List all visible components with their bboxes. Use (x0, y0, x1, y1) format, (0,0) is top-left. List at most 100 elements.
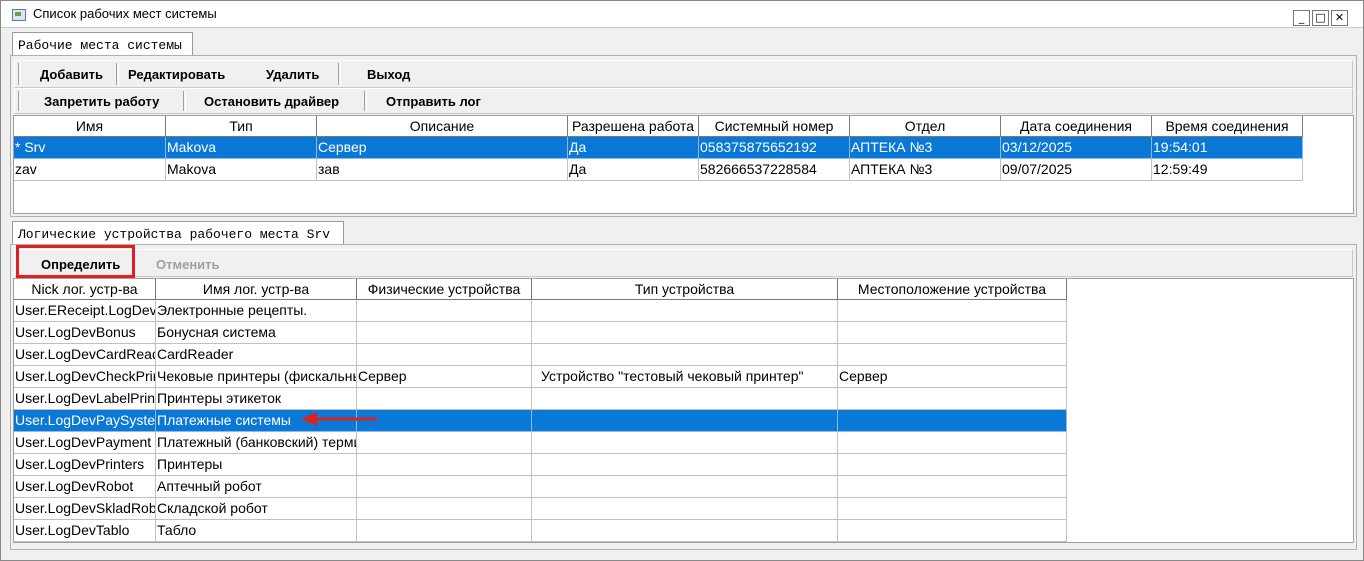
minimize-button[interactable]: _ (1293, 10, 1310, 26)
add-button[interactable]: Добавить (40, 67, 103, 82)
table-cell: User.LogDevCheckPrinter (14, 366, 156, 388)
table-cell (357, 300, 532, 322)
table-cell: Чековые принтеры (фискальные) (156, 366, 357, 388)
table-cell: 19:54:01 (1152, 137, 1303, 159)
workplaces-window: Список рабочих мест системы _ □ ✕ Рабочи… (0, 0, 1364, 561)
table-cell (357, 498, 532, 520)
main-toolbar: Добавить Редактировать Удалить Выход (14, 60, 1353, 88)
table-cell (838, 476, 1067, 498)
app-window-icon (12, 9, 26, 21)
tab-logical-devices-label: Логические устройства рабочего места Srv (18, 227, 331, 242)
table-cell: 03/12/2025 (1001, 137, 1152, 159)
delete-button[interactable]: Удалить (266, 67, 319, 82)
close-button[interactable]: ✕ (1331, 10, 1348, 26)
column-header-device-type[interactable]: Тип устройства (532, 279, 838, 300)
table-cell: User.LogDevLabelPrinter (14, 388, 156, 410)
toolbar-separator (116, 63, 119, 85)
table-cell (357, 322, 532, 344)
table-cell (357, 410, 532, 432)
table-cell (532, 432, 838, 454)
table-cell (532, 454, 838, 476)
edit-button[interactable]: Редактировать (128, 67, 225, 82)
table-cell: Табло (156, 520, 357, 542)
cancel-button[interactable]: Отменить (156, 257, 220, 272)
table-cell: 09/07/2025 (1001, 159, 1152, 181)
table-cell: Да (568, 159, 699, 181)
table-cell: 12:59:49 (1152, 159, 1303, 181)
devices-table[interactable]: Nick лог. устр-ва Имя лог. устр-ва Физич… (13, 278, 1354, 543)
table-cell: Сервер (317, 137, 568, 159)
table-cell: User.LogDevSkladRobot (14, 498, 156, 520)
table-cell (838, 454, 1067, 476)
secondary-toolbar: Запретить работу Остановить драйвер Отпр… (14, 88, 1353, 114)
table-cell (838, 300, 1067, 322)
table-cell: User.LogDevPrinters (14, 454, 156, 476)
table-cell: Makova (166, 159, 317, 181)
exit-button[interactable]: Выход (367, 67, 410, 82)
table-cell (838, 498, 1067, 520)
table-cell: zav (14, 159, 166, 181)
table-cell: User.LogDevTablo (14, 520, 156, 542)
table-cell: Устройство "тестовый чековый принтер" (532, 366, 838, 388)
workplaces-table[interactable]: Имя Тип Описание Разрешена работа Систем… (13, 115, 1354, 214)
column-header-description[interactable]: Описание (317, 116, 568, 137)
table-cell (532, 476, 838, 498)
table-cell (532, 410, 838, 432)
table-cell (532, 498, 838, 520)
stop-driver-button[interactable]: Остановить драйвер (204, 94, 339, 109)
table-cell (357, 454, 532, 476)
table-cell (838, 432, 1067, 454)
column-header-department[interactable]: Отдел (850, 116, 1001, 137)
table-cell (357, 388, 532, 410)
column-header-name[interactable]: Имя (14, 116, 166, 137)
column-header-physical-devices[interactable]: Физические устройства (357, 279, 532, 300)
table-cell (357, 476, 532, 498)
table-cell (838, 410, 1067, 432)
tab-logical-devices[interactable]: Логические устройства рабочего места Srv (12, 221, 344, 245)
toolbar-separator (183, 91, 186, 111)
table-cell: АПТЕКА №3 (850, 137, 1001, 159)
maximize-button[interactable]: □ (1312, 10, 1329, 26)
table-cell: User.LogDevPayment (14, 432, 156, 454)
table-cell: Электронные рецепты. (156, 300, 357, 322)
define-button-highlight (16, 245, 135, 278)
title-bar: Список рабочих мест системы _ □ ✕ (1, 1, 1363, 28)
table-cell: Бонусная система (156, 322, 357, 344)
column-header-device-location[interactable]: Местоположение устройства (838, 279, 1067, 300)
table-cell: User.LogDevRobot (14, 476, 156, 498)
toolbar-separator (338, 63, 341, 85)
tab-workplaces[interactable]: Рабочие места системы (12, 32, 193, 56)
device-toolbar: Определить Отменить (14, 249, 1353, 277)
column-header-system-number[interactable]: Системный номер (699, 116, 850, 137)
tab-workplaces-label: Рабочие места системы (18, 38, 182, 53)
send-log-button[interactable]: Отправить лог (386, 94, 481, 109)
table-cell: Сервер (357, 366, 532, 388)
table-cell (838, 344, 1067, 366)
toolbar-grip (18, 63, 21, 85)
table-cell: 058375875652192 (699, 137, 850, 159)
column-header-device-name[interactable]: Имя лог. устр-ва (156, 279, 357, 300)
table-cell (357, 344, 532, 366)
column-header-allowed[interactable]: Разрешена работа (568, 116, 699, 137)
column-header-connect-time[interactable]: Время соединения (1152, 116, 1303, 137)
table-cell: Аптечный робот (156, 476, 357, 498)
block-work-button[interactable]: Запретить работу (44, 94, 159, 109)
table-cell: User.LogDevBonus (14, 322, 156, 344)
column-header-type[interactable]: Тип (166, 116, 317, 137)
table-cell: Платежный (банковский) терминал (156, 432, 357, 454)
table-cell (838, 388, 1067, 410)
table-cell: User.LogDevPaySystem (14, 410, 156, 432)
toolbar-grip (18, 91, 21, 111)
table-cell (838, 322, 1067, 344)
column-header-nick[interactable]: Nick лог. устр-ва (14, 279, 156, 300)
table-cell: * Srv (14, 137, 166, 159)
table-cell: зав (317, 159, 568, 181)
table-cell: Принтеры этикеток (156, 388, 357, 410)
table-cell (357, 432, 532, 454)
table-cell (357, 520, 532, 542)
table-cell (532, 300, 838, 322)
column-header-connect-date[interactable]: Дата соединения (1001, 116, 1152, 137)
table-cell (532, 344, 838, 366)
table-cell (532, 388, 838, 410)
table-cell: Makova (166, 137, 317, 159)
